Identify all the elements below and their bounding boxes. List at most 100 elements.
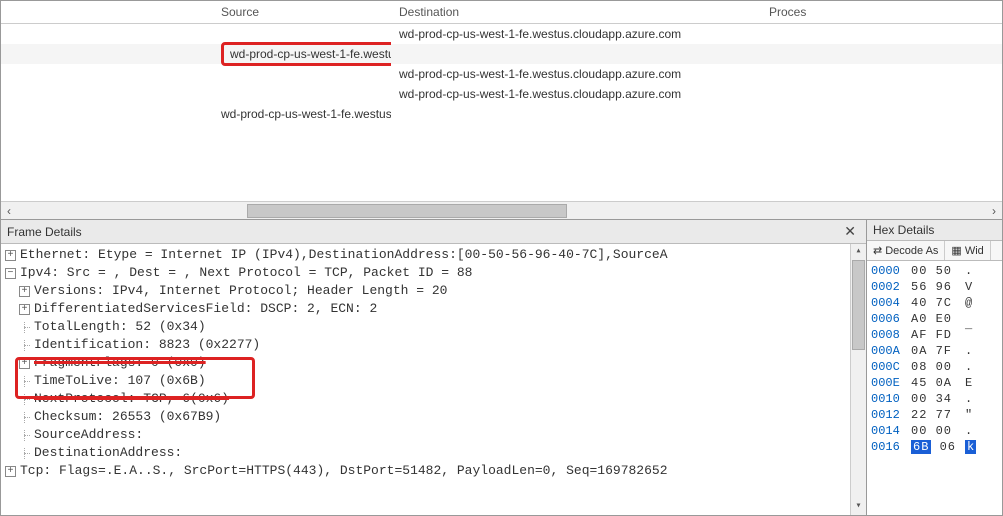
hex-bytes: 40 7C [911,295,959,311]
pane-title-label: Hex Details [873,223,934,237]
hex-row[interactable]: 0006 A0 E0 [871,311,998,327]
expand-toggle-icon[interactable]: + [5,466,16,477]
tree-node-identification[interactable]: Identification: 8823 (0x2277) [5,336,866,354]
tree-leaf-icon [19,430,30,441]
scroll-thumb[interactable] [852,260,865,350]
close-icon[interactable]: ✕ [840,223,860,240]
hex-row[interactable]: 001000 34. [871,391,998,407]
frame-details-title-bar: Frame Details ✕ [1,220,866,244]
hex-row[interactable]: 0008AF FD¯ [871,327,998,343]
column-header-destination[interactable]: Destination [391,1,761,23]
tree-node-ttl[interactable]: TimeToLive: 107 (0x6B) [5,372,866,390]
column-header-process[interactable]: Proces [761,1,1002,23]
decode-as-button[interactable]: ⇄ Decode As [867,241,945,260]
hex-toolbar: ⇄ Decode As ▦ Wid [867,241,1002,261]
expand-toggle-icon[interactable]: + [5,250,16,261]
hex-offset: 0012 [871,407,905,423]
hex-ascii: . [965,391,979,407]
tree-node-srcaddr[interactable]: SourceAddress: [5,426,866,444]
tree-label: Ethernet: Etype = Internet IP (IPv4),Des… [20,246,668,264]
hex-bytes: 00 50 [911,263,959,279]
tree-leaf-icon [19,340,30,351]
packet-list-pane: Source Destination Proces wd-prod-cp-us-… [1,1,1002,201]
tree-leaf-icon [19,376,30,387]
column-header-source[interactable]: Source [1,1,391,23]
tree-label: NextProtocol: TCP, 6(0x6) [34,390,229,408]
hex-row[interactable]: 000440 7C@ [871,295,998,311]
scroll-right-icon[interactable]: › [986,203,1002,219]
tree-node-ethernet[interactable]: + Ethernet: Etype = Internet IP (IPv4),D… [5,246,866,264]
tree-label: Tcp: Flags=.E.A..S., SrcPort=HTTPS(443),… [20,462,668,480]
cell-source [1,92,391,96]
frame-details-pane: Frame Details ✕ + Ethernet: Etype = Inte… [1,220,867,515]
hex-row[interactable]: 00166B 06k [871,439,998,455]
table-row[interactable]: wd-prod-cp-us-west-1-fe.westus.cloudapp.… [1,84,1002,104]
hex-ascii: " [965,407,979,423]
hex-row[interactable]: 000C08 00. [871,359,998,375]
horizontal-scrollbar[interactable]: ‹ › [1,201,1002,219]
tree-node-checksum[interactable]: Checksum: 26553 (0x67B9) [5,408,866,426]
tree-node-nextproto[interactable]: NextProtocol: TCP, 6(0x6) [5,390,866,408]
tree-node-ipv4[interactable]: − Ipv4: Src = , Dest = , Next Protocol =… [5,264,866,282]
frame-details-body[interactable]: + Ethernet: Etype = Internet IP (IPv4),D… [1,244,866,515]
expand-toggle-icon[interactable]: + [19,304,30,315]
cell-destination: wd-prod-cp-us-west-1-fe.westus.cloudapp.… [391,65,761,83]
hex-offset: 0006 [871,311,905,327]
tree-node-dstaddr[interactable]: DestinationAddress: [5,444,866,462]
tree-label: SourceAddress: [34,426,143,444]
scroll-down-icon[interactable]: ▾ [851,499,866,515]
cell-source [1,32,391,36]
hex-offset: 0010 [871,391,905,407]
tree-node-fragmentflags[interactable]: + FragmentFlags: 0 (0x0) [5,354,866,372]
hex-ascii: E [965,375,979,391]
expand-toggle-icon[interactable]: + [19,358,30,369]
tree-label: Checksum: 26553 (0x67B9) [34,408,221,426]
hex-bytes: A0 E0 [911,311,959,327]
hex-ascii: . [965,343,979,359]
hex-row[interactable]: 000E45 0AE [871,375,998,391]
packet-rows: wd-prod-cp-us-west-1-fe.westus.cloudapp.… [1,24,1002,124]
tree-leaf-icon [19,412,30,423]
table-row[interactable]: wd-prod-cp-us-west-1-fe.westus.cloudapp.… [1,104,1002,124]
tree-node-tcp[interactable]: + Tcp: Flags=.E.A..S., SrcPort=HTTPS(443… [5,462,866,480]
tree-leaf-icon [19,322,30,333]
swap-icon: ⇄ [873,244,882,257]
hex-row[interactable]: 0012 22 77 " [871,407,998,423]
cell-source: wd-prod-cp-us-west-1-fe.westus.cloudapp.… [1,40,391,68]
hex-row[interactable]: 000A0A 7F. [871,343,998,359]
collapse-toggle-icon[interactable]: − [5,268,16,279]
vertical-scrollbar[interactable]: ▴ ▾ [850,244,866,515]
hex-bytes: 22 77 [911,407,959,423]
tree-node-dsf[interactable]: + DifferentiatedServicesField: DSCP: 2, … [5,300,866,318]
tree-label: Identification: 8823 (0x2277) [34,336,260,354]
table-row[interactable]: wd-prod-cp-us-west-1-fe.westus.cloudapp.… [1,44,1002,64]
hex-ascii: @ [965,295,979,311]
tree-node-totallength[interactable]: TotalLength: 52 (0x34) [5,318,866,336]
scroll-up-icon[interactable]: ▴ [851,244,866,260]
expand-toggle-icon[interactable]: + [19,286,30,297]
hex-row[interactable]: 001400 00. [871,423,998,439]
hex-details-pane: Hex Details ⇄ Decode As ▦ Wid 000000 50.… [867,220,1002,515]
tree-leaf-icon [19,448,30,459]
hex-ascii: ¯ [965,327,979,343]
hex-offset: 000E [871,375,905,391]
width-button[interactable]: ▦ Wid [945,241,990,260]
button-label: Decode As [885,245,938,257]
tree-leaf-icon [19,394,30,405]
cell-destination [391,112,761,116]
tree-node-versions[interactable]: + Versions: IPv4, Internet Protocol; Hea… [5,282,866,300]
hex-bytes: AF FD [911,327,959,343]
hex-bytes: 6B 06 [911,439,959,455]
hex-bytes: 00 00 [911,423,959,439]
scroll-track[interactable] [17,203,986,219]
hex-row[interactable]: 000256 96V [871,279,998,295]
hex-ascii: . [965,423,979,439]
cell-destination: wd-prod-cp-us-west-1-fe.westus.cloudapp.… [391,25,761,43]
cell-source [1,72,391,76]
hex-offset: 0016 [871,439,905,455]
scroll-left-icon[interactable]: ‹ [1,203,17,219]
hex-body[interactable]: 000000 50. 000256 96V 000440 7C@ 0006A0 … [867,261,1002,515]
grid-icon: ▦ [951,244,961,257]
hex-row[interactable]: 000000 50. [871,263,998,279]
scroll-thumb[interactable] [247,204,567,218]
